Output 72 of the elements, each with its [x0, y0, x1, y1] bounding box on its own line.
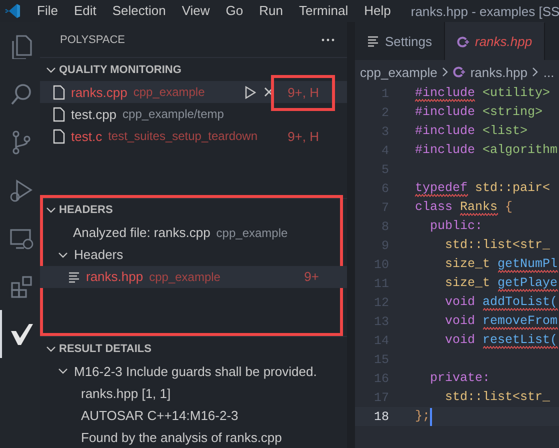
lines-icon — [367, 35, 379, 47]
code-line: #include <algorithm — [415, 142, 558, 158]
extensions-icon[interactable] — [8, 273, 34, 299]
line-number: 18 — [372, 410, 389, 424]
menu-item[interactable]: Run — [251, 0, 291, 22]
text-cursor — [430, 408, 432, 426]
code-line: std::list<str_ — [444, 390, 550, 406]
play-icon[interactable] — [244, 86, 256, 98]
chevron-down-icon[interactable] — [46, 64, 56, 74]
tree-label: AUTOSAR C++14:M16-2-3 — [81, 408, 238, 422]
c-plus-icon — [456, 36, 469, 48]
breadcrumb-item[interactable]: ranks.hpp — [470, 64, 528, 80]
chevron-down-icon[interactable] — [46, 344, 56, 354]
code-line: private: — [429, 370, 490, 386]
app-logo-icon — [5, 3, 21, 19]
more-actions-icon[interactable] — [321, 38, 335, 42]
chevron-down-icon[interactable] — [58, 366, 68, 376]
file-icon — [53, 128, 65, 144]
menu-item[interactable]: Terminal — [291, 0, 356, 22]
issue-count: 9+, H — [288, 84, 319, 100]
file-name[interactable]: test.cpp — [71, 106, 117, 122]
tree-group-label[interactable]: Headers — [74, 247, 124, 262]
code-line: size_t getPlaye — [444, 276, 558, 292]
code-line: public: — [429, 218, 483, 234]
file-path: test_suites_setup_teardown — [108, 129, 258, 143]
c-plus-icon — [453, 66, 466, 78]
code-line: typedef std::pair< — [415, 180, 550, 196]
tree-label: Found by the analysis of ranks.cpp — [81, 430, 282, 444]
chevron-down-icon[interactable] — [58, 250, 68, 260]
menu-item[interactable]: Edit — [66, 0, 104, 22]
tree-group-label[interactable]: M16-2-3 Include guards shall be provided. — [74, 364, 317, 378]
checkmark-icon[interactable] — [8, 321, 34, 347]
breadcrumb-item[interactable]: ... — [543, 64, 554, 80]
breadcrumb-item[interactable]: cpp_example — [360, 64, 438, 80]
code-line: void addToList( — [444, 294, 558, 310]
code-line: std::list<str_ — [444, 238, 550, 254]
code-line: size_t getNumPl — [444, 256, 558, 272]
menu-item[interactable]: Selection — [104, 0, 174, 22]
tree-label: Analyzed file: ranks.cpp — [73, 225, 210, 240]
chevron-down-icon[interactable] — [46, 205, 56, 216]
section-title[interactable]: QUALITY MONITORING — [59, 64, 182, 76]
project-name: cpp_example — [216, 226, 288, 240]
code-line: class Ranks { — [415, 200, 513, 216]
code-line: #include <utility> — [415, 86, 550, 102]
menu-item[interactable]: View — [174, 0, 218, 22]
file-path: cpp_example — [149, 270, 220, 284]
menu-item[interactable]: Help — [356, 0, 399, 22]
menu-item[interactable]: File — [29, 0, 66, 22]
code-line: void removeFrom — [444, 314, 558, 330]
section-title[interactable]: HEADERS — [59, 204, 113, 216]
code-line: }; — [415, 408, 430, 424]
tree-label: ranks.hpp [1, 1] — [81, 386, 171, 400]
section-title[interactable]: RESULT DETAILS — [59, 342, 152, 354]
window-title: ranks.hpp - examples [SS — [410, 4, 559, 18]
lines-file-icon — [68, 270, 80, 283]
code-line: #include <list> — [415, 124, 528, 140]
file-icon — [53, 84, 65, 100]
file-icon — [53, 106, 65, 122]
menu-item[interactable]: Go — [218, 0, 252, 22]
run-debug-icon[interactable] — [8, 177, 34, 203]
issue-count: 9+, H — [288, 128, 319, 144]
file-path: cpp_example/temp — [122, 107, 224, 121]
issue-count: 9+ — [304, 269, 319, 284]
file-path: cpp_example — [133, 85, 205, 99]
code-line: void resetList( — [444, 332, 558, 348]
chevron-right-icon — [442, 67, 448, 77]
panel-title: POLYSPACE — [60, 34, 126, 46]
editor-tab[interactable]: ranks.hpp — [444, 22, 546, 60]
code-line: #include <string> — [415, 104, 543, 120]
file-name[interactable]: test.c — [71, 128, 102, 144]
close-icon[interactable] — [264, 87, 274, 97]
chevron-right-icon — [532, 67, 538, 77]
